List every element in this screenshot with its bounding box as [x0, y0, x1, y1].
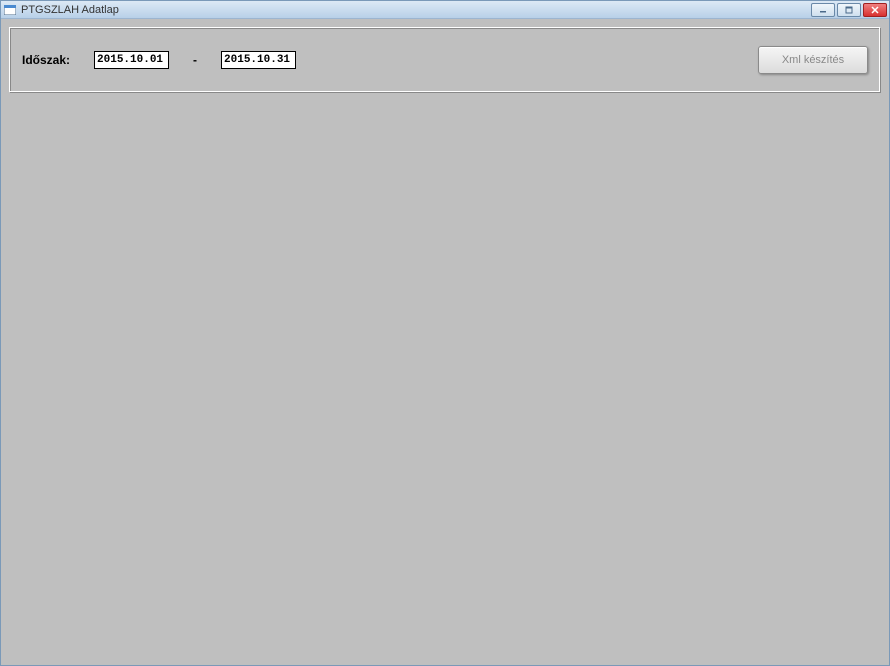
minimize-button[interactable]	[811, 3, 835, 17]
app-icon	[3, 3, 17, 17]
period-panel: Időszak: - Xml készítés	[9, 27, 881, 93]
date-separator: -	[193, 53, 197, 67]
title-bar-left: PTGSZLAH Adatlap	[3, 3, 119, 17]
close-button[interactable]	[863, 3, 887, 17]
client-area: Időszak: - Xml készítés	[1, 19, 889, 665]
window-frame: PTGSZLAH Adatlap	[0, 0, 890, 666]
date-from-input[interactable]	[94, 51, 169, 69]
title-bar: PTGSZLAH Adatlap	[1, 1, 889, 19]
xml-create-button[interactable]: Xml készítés	[758, 46, 868, 74]
window-controls	[811, 3, 887, 17]
period-label: Időszak:	[22, 53, 70, 67]
maximize-icon	[844, 6, 854, 14]
date-to-input[interactable]	[221, 51, 296, 69]
period-group: Időszak: -	[22, 51, 296, 69]
content-area	[9, 115, 881, 657]
maximize-button[interactable]	[837, 3, 861, 17]
window-title: PTGSZLAH Adatlap	[21, 4, 119, 16]
close-icon	[870, 6, 880, 14]
minimize-icon	[818, 6, 828, 14]
